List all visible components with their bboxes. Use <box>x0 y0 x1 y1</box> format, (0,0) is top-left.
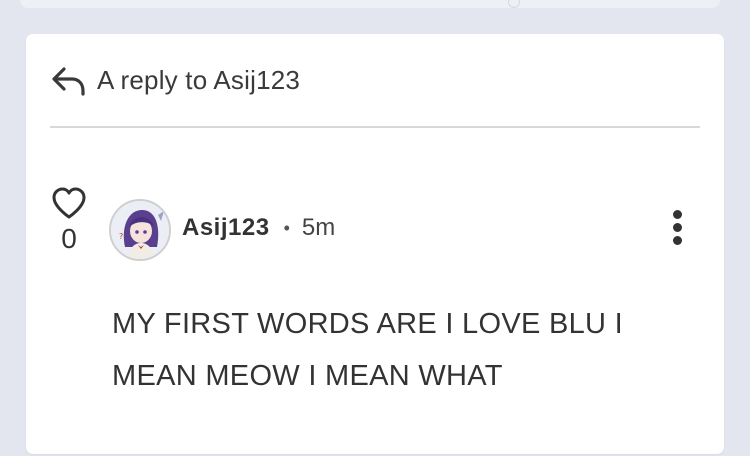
reply-arrow-icon <box>52 67 85 96</box>
reply-message: MY FIRST WORDS ARE I LOVE BLU I MEAN MEO… <box>112 308 624 392</box>
username[interactable]: Asij123 <box>182 214 270 242</box>
reply-header[interactable]: A reply to Asij123 <box>50 60 300 100</box>
heart-icon[interactable] <box>51 186 87 220</box>
avatar-image: ? <box>111 201 169 259</box>
timestamp: 5m <box>301 214 336 241</box>
reply-to-label[interactable]: A reply to Asij123 <box>97 65 300 96</box>
reply-card: A reply to Asij123 0 ? Asij123 • 5m MY F… <box>26 34 724 454</box>
divider <box>50 126 700 128</box>
avatar[interactable]: ? <box>109 199 171 261</box>
vertical-ellipsis-icon <box>672 210 682 219</box>
more-options-button[interactable] <box>670 210 684 250</box>
post-meta: Asij123 • 5m <box>182 214 335 242</box>
previous-card-edge <box>20 0 720 8</box>
like-count: 0 <box>61 223 77 254</box>
meta-separator: • <box>283 217 290 238</box>
like-section: 0 <box>50 186 88 254</box>
svg-text:?: ? <box>119 232 123 241</box>
